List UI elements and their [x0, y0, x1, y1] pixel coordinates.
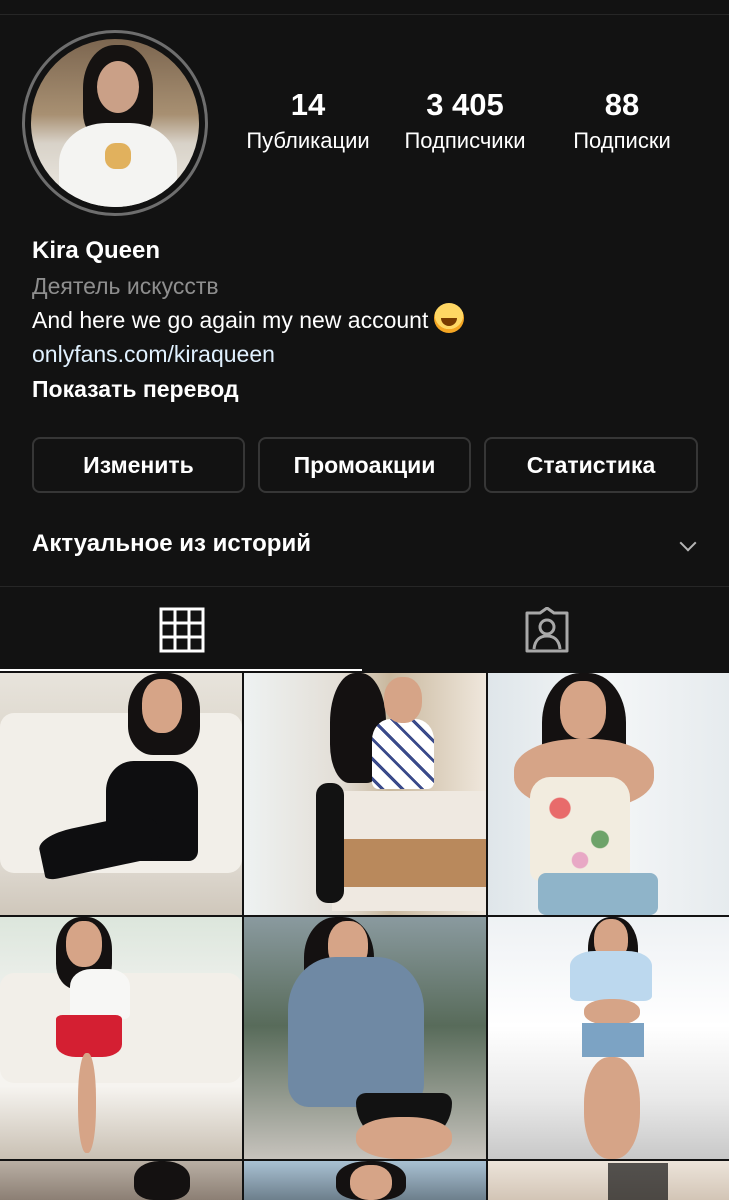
profile-header: 14 Публикации 3 405 Подписчики 88 Подпис…: [0, 26, 729, 226]
post-thumbnail[interactable]: [488, 1161, 729, 1200]
following-stat[interactable]: 88 Подписки: [544, 86, 700, 156]
insights-button[interactable]: Статистика: [484, 437, 698, 493]
posts-label: Публикации: [246, 128, 370, 153]
tab-tagged[interactable]: [365, 587, 729, 673]
followers-label: Подписчики: [404, 128, 526, 153]
post-thumbnail[interactable]: [488, 673, 729, 915]
promotions-button[interactable]: Промоакции: [258, 437, 471, 493]
highlights-title: Актуальное из историй: [32, 530, 311, 557]
profile-category: Деятель искусств: [32, 273, 219, 299]
person-tag-icon: [525, 607, 569, 653]
profile-actions: Изменить Промоакции Статистика: [32, 437, 698, 493]
story-highlights[interactable]: Актуальное из историй: [32, 524, 698, 564]
post-thumbnail[interactable]: [0, 673, 242, 915]
bio-text-line: And here we go again my new account: [32, 303, 712, 337]
post-thumbnail[interactable]: [0, 1161, 242, 1200]
show-translation-link[interactable]: Показать перевод: [32, 371, 712, 407]
following-count: 88: [604, 87, 640, 122]
followers-stat[interactable]: 3 405 Подписчики: [391, 86, 539, 156]
profile-link[interactable]: onlyfans.com/kiraqueen: [32, 337, 712, 371]
post-thumbnail[interactable]: [244, 917, 486, 1159]
post-thumbnail[interactable]: [0, 917, 242, 1159]
active-tab-indicator: [0, 669, 362, 671]
tab-posts-grid[interactable]: [0, 587, 364, 673]
profile-tabs: [0, 587, 729, 673]
edit-profile-button[interactable]: Изменить: [32, 437, 245, 493]
laughing-emoji-icon: [434, 303, 465, 333]
grid-icon: [159, 607, 205, 653]
profile-bio: Kira Queen Деятель искусств And here we …: [32, 233, 712, 407]
posts-grid: [0, 673, 729, 1200]
posts-count: 14: [290, 87, 326, 122]
avatar-image: [31, 39, 199, 207]
followers-count: 3 405: [426, 87, 504, 122]
following-label: Подписки: [573, 128, 671, 153]
post-thumbnail[interactable]: [488, 917, 729, 1159]
profile-stats: 14 Публикации 3 405 Подписчики 88 Подпис…: [230, 86, 700, 166]
post-thumbnail[interactable]: [244, 673, 486, 915]
posts-stat[interactable]: 14 Публикации: [230, 86, 386, 156]
top-divider: [0, 14, 729, 15]
avatar[interactable]: [22, 30, 208, 216]
profile-name: Kira Queen: [32, 237, 161, 264]
post-thumbnail[interactable]: [244, 1161, 486, 1200]
bio-text: And here we go again my new account: [32, 307, 429, 333]
